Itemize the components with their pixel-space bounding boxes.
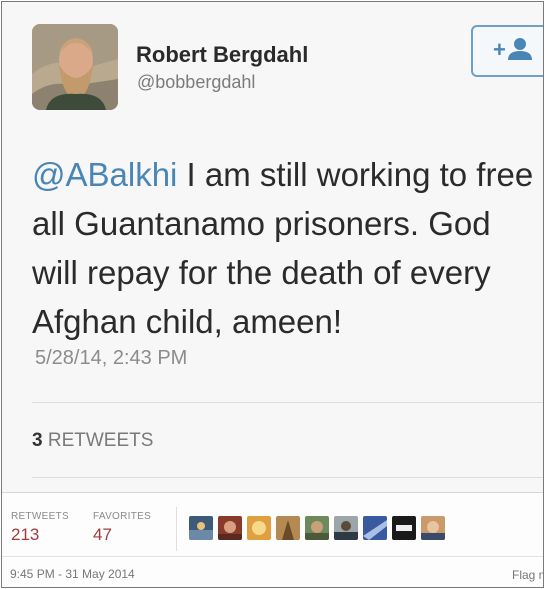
mention-link[interactable]: @ABalkhi (32, 156, 177, 193)
follow-button[interactable]: + (471, 25, 543, 77)
avatar-image (32, 24, 118, 110)
retweeter-avatar[interactable] (189, 516, 213, 540)
favorites-stat-label: FAVORITES (93, 511, 152, 522)
retweets-count: 3 (32, 430, 43, 451)
retweeter-avatar[interactable] (218, 516, 242, 540)
retweets-stat-value: 213 (11, 525, 40, 544)
divider (32, 402, 543, 403)
tweet-text: @ABalkhi I am still working to free all … (32, 150, 543, 346)
retweets-summary[interactable]: 3 RETWEETS (32, 430, 153, 452)
retweets-label: RETWEETS (47, 430, 154, 451)
stats-separator (176, 507, 177, 551)
retweets-stat[interactable]: RETWEETS 213 (11, 511, 69, 545)
favorites-stat[interactable]: FAVORITES 47 (93, 511, 151, 545)
retweeter-avatars (189, 516, 445, 540)
tweet-main: Robert Bergdahl @bobbergdahl + @ABalkhi … (2, 2, 543, 492)
footer-divider (2, 556, 543, 557)
divider (32, 477, 543, 478)
tweet-line-2: all Guantanamo prisoners. God (32, 205, 491, 242)
tweet-line-3: will repay for the death of every (32, 254, 491, 291)
footer-timestamp: 9:45 PM - 31 May 2014 (10, 567, 135, 581)
add-user-icon: + (493, 37, 532, 62)
tweet-line-1: @ABalkhi I am still working to free (32, 150, 543, 199)
retweeter-avatar[interactable] (334, 516, 358, 540)
tweet-card: Robert Bergdahl @bobbergdahl + @ABalkhi … (1, 1, 544, 588)
retweeter-avatar[interactable] (247, 516, 271, 540)
retweeter-avatar[interactable] (363, 516, 387, 540)
tweet-line-1-text: I am still working to free (177, 156, 534, 193)
retweets-stat-label: RETWEETS (11, 511, 69, 522)
tweet-stats-bar: RETWEETS 213 FAVORITES 47 9:45 PM - 31 M… (2, 492, 543, 587)
retweeter-avatar[interactable] (276, 516, 300, 540)
avatar[interactable] (32, 24, 118, 110)
display-name[interactable]: Robert Bergdahl (136, 42, 308, 68)
flag-media-link[interactable]: Flag m (512, 568, 543, 582)
user-handle[interactable]: @bobbergdahl (137, 72, 255, 93)
retweeter-avatar[interactable] (392, 516, 416, 540)
favorites-stat-value: 47 (93, 525, 112, 544)
retweeter-avatar[interactable] (421, 516, 445, 540)
tweet-line-4: Afghan child, ameen! (32, 303, 343, 340)
tweet-timestamp[interactable]: 5/28/14, 2:43 PM (35, 347, 187, 370)
retweeter-avatar[interactable] (305, 516, 329, 540)
plus-glyph: + (493, 37, 506, 62)
